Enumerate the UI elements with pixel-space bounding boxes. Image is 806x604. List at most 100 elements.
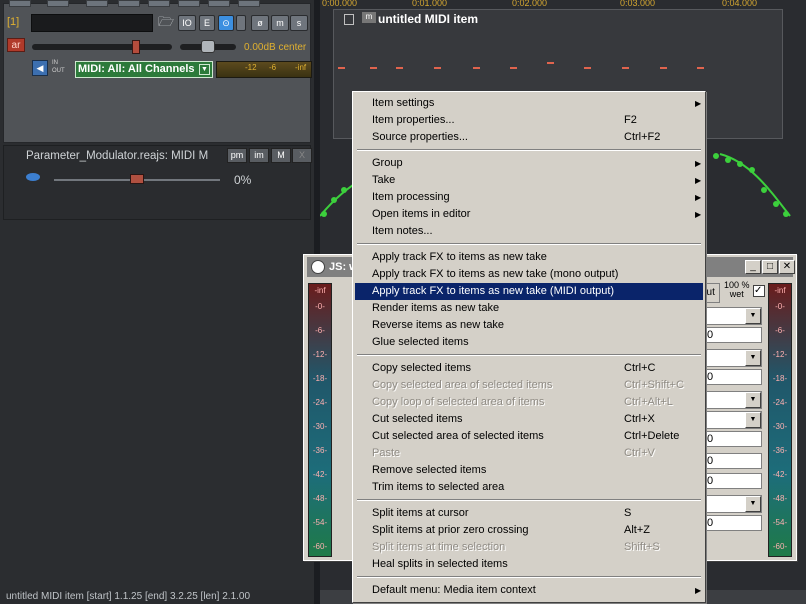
mute-button[interactable]: m	[271, 15, 289, 31]
menu-item-split-at-cursor[interactable]: Split items at cursor S	[355, 505, 703, 522]
js-parameter-field[interactable]: 0	[704, 473, 762, 489]
menu-item-heal-splits[interactable]: Heal splits in selected items	[355, 556, 703, 573]
menu-item-item-processing[interactable]: Item processing ▶	[355, 189, 703, 206]
menu-item-default-menu[interactable]: Default menu: Media item context ▶	[355, 582, 703, 599]
js-parameter-dropdown[interactable]: ▼	[704, 411, 762, 429]
vu-scale-label: -48-	[772, 494, 788, 503]
submenu-arrow-icon: ▶	[695, 210, 702, 219]
io-button[interactable]: IO	[178, 15, 196, 31]
phase-invert-button[interactable]: ø	[251, 15, 269, 31]
menu-item-group[interactable]: Group ▶	[355, 155, 703, 172]
monitor-speaker-icon[interactable]: ◀	[32, 60, 48, 76]
prev-track-button[interactable]	[238, 0, 260, 7]
menu-item-shortcut: Alt+Z	[624, 524, 650, 536]
fx-close-button[interactable]: X	[292, 148, 312, 163]
fx-bypass-button[interactable]	[236, 15, 246, 31]
submenu-arrow-icon: ▶	[695, 193, 702, 202]
menu-item-label: Open items in editor	[372, 208, 471, 220]
prev-track-button[interactable]	[118, 0, 140, 7]
menu-item-apply-fx-mono[interactable]: Apply track FX to items as new take (mon…	[355, 266, 703, 283]
menu-item-shortcut: Ctrl+V	[624, 447, 655, 459]
envelope-button[interactable]: E	[199, 15, 215, 31]
parameter-modulation-button[interactable]: pm	[227, 148, 247, 163]
menu-item-cut-items[interactable]: Cut selected items Ctrl+X	[355, 411, 703, 428]
midi-note	[584, 67, 591, 69]
bypass-checkbox[interactable]: ✓	[753, 285, 765, 297]
solo-button[interactable]: s	[290, 15, 308, 31]
menu-item-copy-items[interactable]: Copy selected items Ctrl+C	[355, 360, 703, 377]
midi-note	[547, 62, 554, 64]
volume-slider-knob[interactable]	[132, 40, 140, 54]
folder-icon[interactable]: 🗁	[157, 15, 175, 31]
fx-name[interactable]: Parameter_Modulator.reajs: MIDI M	[26, 150, 224, 162]
pan-knob[interactable]	[201, 40, 215, 53]
menu-item-reverse-new-take[interactable]: Reverse items as new take	[355, 317, 703, 334]
js-parameter-field[interactable]: 0	[704, 453, 762, 469]
menu-item-label: Apply track FX to items as new take (mon…	[372, 268, 619, 280]
vu-scale-label: -24-	[772, 398, 788, 407]
menu-item-remove-items[interactable]: Remove selected items	[355, 462, 703, 479]
meter-label: -12	[245, 63, 257, 72]
menu-item-item-notes[interactable]: Item notes...	[355, 223, 703, 240]
menu-separator	[357, 243, 701, 245]
menu-item-label: Split items at prior zero crossing	[372, 524, 529, 536]
maximize-icon[interactable]: □	[762, 260, 778, 274]
menu-item-take[interactable]: Take ▶	[355, 172, 703, 189]
record-input-value: MIDI: All: All Channels	[78, 63, 195, 75]
timeline-label: 0:01.000	[412, 0, 448, 8]
fx-button[interactable]: ⊙	[218, 15, 234, 31]
menu-item-item-settings[interactable]: Item settings ▶	[355, 95, 703, 112]
menu-item-item-properties[interactable]: Item properties... F2	[355, 112, 703, 129]
prev-track-button[interactable]	[178, 0, 200, 7]
track-header[interactable]: [1] 🗁 IO E ⊙ ø m s ar 0.00dB center ◀ IN…	[3, 0, 312, 143]
menu-item-open-in-editor[interactable]: Open items in editor ▶	[355, 206, 703, 223]
volume-slider[interactable]	[32, 44, 172, 50]
vu-scale-label: -6-	[775, 326, 785, 335]
js-parameter-field[interactable]: 0	[704, 431, 762, 447]
menu-item-apply-fx-new-take[interactable]: Apply track FX to items as new take	[355, 249, 703, 266]
menu-item-shortcut: Ctrl+C	[624, 362, 656, 374]
record-arm-button[interactable]: ar	[7, 38, 25, 52]
menu-item-shortcut: Shift+S	[624, 541, 660, 553]
prev-track-button[interactable]	[86, 0, 108, 7]
timeline-ruler[interactable]: 0:00.000 0:01.000 0:02.000 0:03.000 0:04…	[320, 0, 806, 9]
midi-note	[370, 67, 377, 69]
js-parameter-field[interactable]: 0	[704, 515, 762, 531]
item-lock-icon[interactable]	[344, 14, 354, 25]
track-name-input[interactable]	[31, 14, 153, 32]
js-parameter-field[interactable]: 0	[704, 369, 762, 385]
js-parameter-dropdown[interactable]: ▼	[704, 495, 762, 513]
submenu-arrow-icon: ▶	[695, 99, 702, 108]
item-title: untitled MIDI item	[378, 12, 478, 26]
js-parameter-dropdown[interactable]: ▼	[704, 349, 762, 367]
midi-note	[622, 67, 629, 69]
midi-note	[697, 67, 704, 69]
fx-mute-button[interactable]: M	[271, 148, 291, 163]
menu-item-source-properties[interactable]: Source properties... Ctrl+F2	[355, 129, 703, 146]
prev-track-button[interactable]	[208, 0, 230, 7]
status-bar: untitled MIDI item [start] 1.1.25 [end] …	[0, 590, 314, 604]
menu-item-cut-area[interactable]: Cut selected area of selected items Ctrl+…	[355, 428, 703, 445]
js-parameter-dropdown[interactable]: ▼	[704, 307, 762, 325]
prev-track-button[interactable]	[47, 0, 69, 7]
menu-item-trim-items[interactable]: Trim items to selected area	[355, 479, 703, 496]
menu-item-shortcut: Ctrl+Shift+C	[624, 379, 684, 391]
submenu-arrow-icon: ▶	[695, 159, 702, 168]
menu-item-glue-items[interactable]: Glue selected items	[355, 334, 703, 351]
js-parameter-dropdown[interactable]: ▼	[704, 391, 762, 409]
menu-item-label: Apply track FX to items as new take (MID…	[372, 285, 615, 297]
menu-item-render-new-take[interactable]: Render items as new take	[355, 300, 703, 317]
close-icon[interactable]: ✕	[779, 260, 795, 274]
fx-parameter-knob[interactable]	[130, 174, 144, 184]
menu-item-split-zero-crossing[interactable]: Split items at prior zero crossing Alt+Z	[355, 522, 703, 539]
prev-track-button[interactable]	[148, 0, 170, 7]
record-input-select[interactable]: MIDI: All: All Channels ▼	[75, 61, 213, 78]
menu-item-apply-fx-midi[interactable]: Apply track FX to items as new take (MID…	[355, 283, 703, 300]
meter-label: -6	[269, 63, 277, 72]
prev-track-button[interactable]	[9, 0, 31, 7]
midi-learn-button[interactable]: im	[249, 148, 269, 163]
wet-label: 100 % wet	[724, 281, 750, 299]
js-parameter-field[interactable]: 0	[704, 327, 762, 343]
minimize-icon[interactable]: _	[745, 260, 761, 274]
vu-scale-label: -24-	[312, 398, 328, 407]
